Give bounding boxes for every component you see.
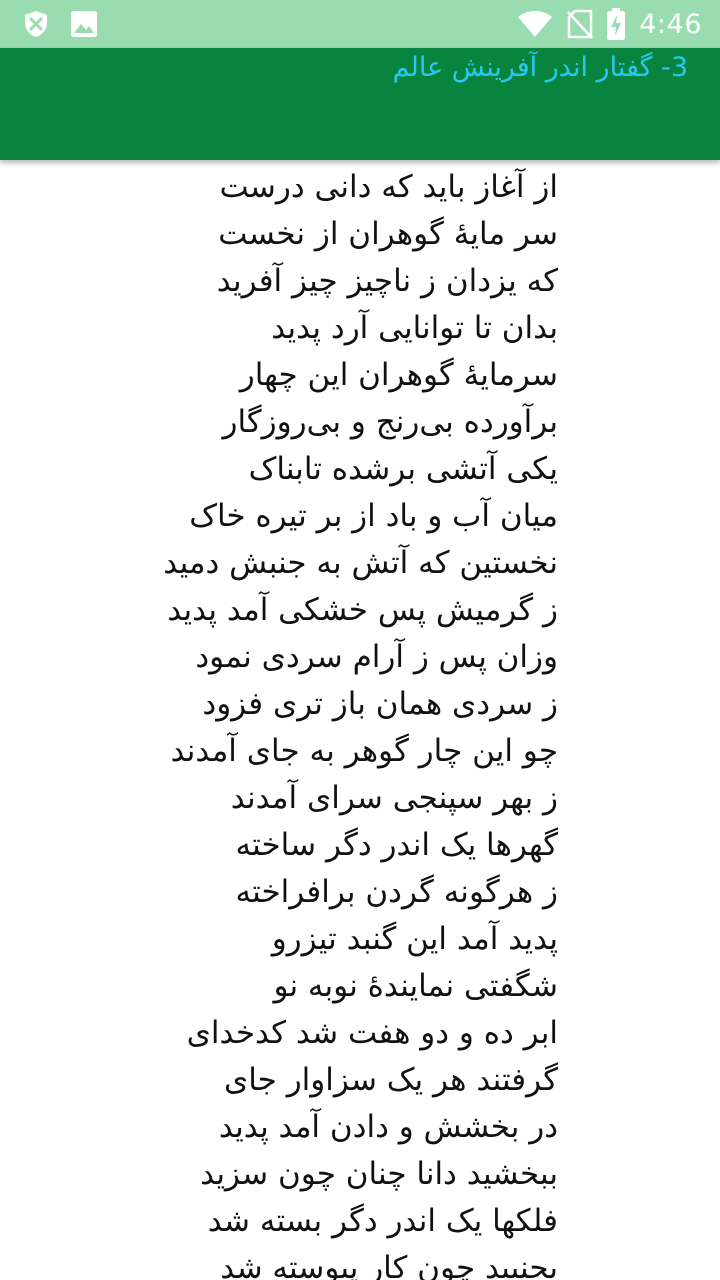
shield-icon: [22, 10, 50, 38]
image-icon: [70, 10, 98, 38]
verse-line: بدان تا توانایی آرد پدید: [271, 310, 558, 346]
verse-line: گهرها یک اندر دگر ساخته: [235, 827, 558, 863]
verse-line: یکی آتشی برشده تابناک: [248, 451, 558, 487]
verse-line: گرفتند هر یک سزاوار جای: [223, 1062, 558, 1098]
verse-line: پدید آمد این گنبد تیزرو: [271, 921, 558, 957]
verse-line: میان آب و باد از بر تیره خاک: [189, 498, 558, 534]
verse-line: شگفتی نمایندهٔ نوبه نو: [273, 968, 558, 1004]
verse-line: بجنبید چون کار پیوسته شد: [220, 1250, 558, 1280]
poem-text: از آغاز باید که دانی درست سر مایهٔ گوهرا…: [0, 164, 720, 1280]
no-sim-icon: [567, 9, 594, 39]
verse-line: سر مایهٔ گوهران از نخست: [218, 216, 558, 252]
verse-line: نخستین که آتش به جنبش دمید: [163, 545, 558, 581]
verse-line: ز بهر سپنجی سرای آمدند: [230, 780, 558, 816]
verse-line: ز گرمیش پس خشکی آمد پدید: [167, 592, 558, 628]
verse-line: در بخشش و دادن آمد پدید: [218, 1109, 558, 1145]
page-title: 3- گفتار اندر آفرینش عالم: [392, 52, 688, 83]
wifi-icon: [517, 10, 553, 38]
verse-line: برآورده بی‌رنج و بی‌روزگار: [222, 404, 559, 440]
verse-line: ز سردی همان باز تری فزود: [202, 686, 558, 722]
verse-line: ببخشید دانا چنان چون سزید: [200, 1156, 558, 1192]
status-time: 4:46: [639, 8, 702, 40]
verse-line: ابر ده و دو هفت شد کدخدای: [186, 1015, 558, 1051]
status-bar: 4:46: [0, 0, 720, 48]
verse-line: چو این چار گوهر به جای آمدند: [170, 733, 558, 769]
verse-line: که یزدان ز ناچیز چیز آفرید: [216, 263, 558, 299]
battery-charging-icon: [607, 8, 626, 40]
app-bar: 3- گفتار اندر آفرینش عالم: [0, 48, 720, 160]
verse-line: وزان پس ز آرام سردی نمود: [195, 639, 558, 675]
verse-line: ز هرگونه گردن برافراخته: [235, 874, 558, 910]
verse-line: از آغاز باید که دانی درست: [219, 169, 558, 205]
verse-line: فلکها یک اندر دگر بسته شد: [207, 1203, 558, 1239]
verse-line: سرمایهٔ گوهران این چهار: [239, 357, 558, 393]
